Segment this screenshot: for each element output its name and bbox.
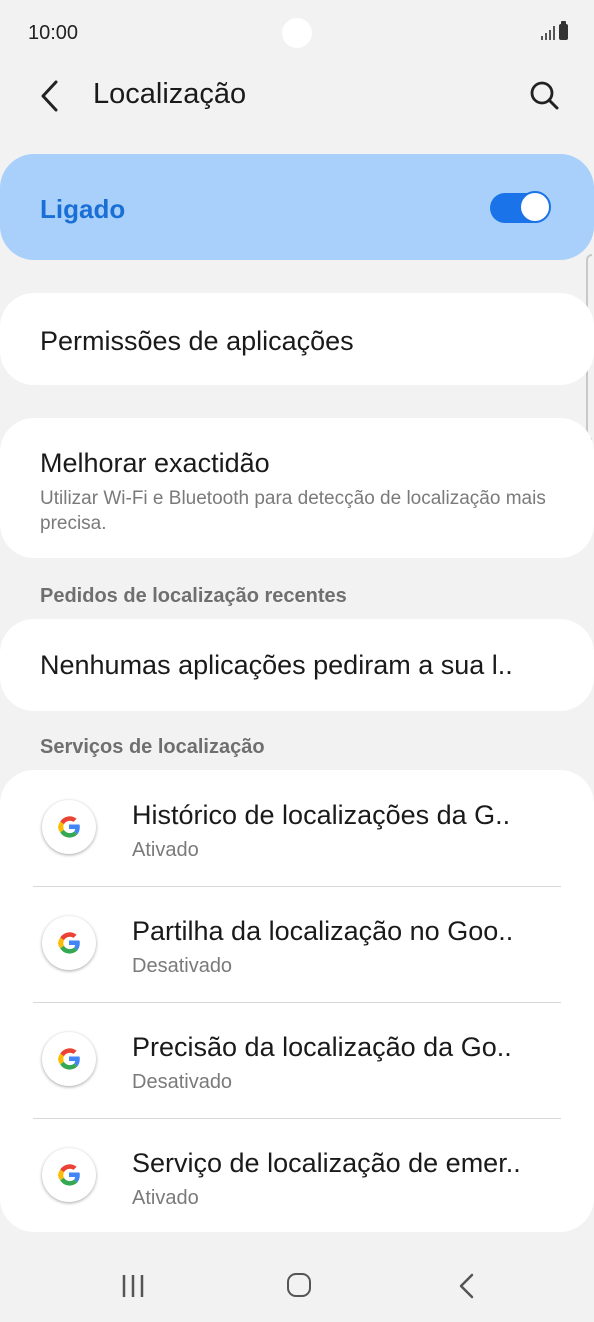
nav-back-icon[interactable] bbox=[455, 1272, 479, 1300]
switch-knob bbox=[519, 191, 551, 223]
back-arrow-icon bbox=[41, 80, 58, 112]
service-status: Ativado bbox=[132, 839, 199, 861]
service-item-emergency-location[interactable]: Serviço de localização de emer.. Ativado bbox=[0, 1118, 594, 1234]
location-services-list: Histórico de localizações da G.. Ativado… bbox=[0, 770, 594, 1232]
service-title: Histórico de localizações da G.. bbox=[132, 800, 511, 830]
location-services-header: Serviços de localização bbox=[40, 736, 265, 758]
search-icon bbox=[530, 81, 559, 110]
signal-icon bbox=[541, 24, 555, 40]
app-permissions-label: Permissões de aplicações bbox=[40, 326, 354, 356]
search-button[interactable] bbox=[524, 76, 564, 116]
google-icon bbox=[42, 800, 96, 854]
service-status: Desativado bbox=[132, 955, 233, 977]
improve-accuracy-item[interactable]: Melhorar exactidão Utilizar Wi-Fi e Blue… bbox=[0, 418, 594, 558]
system-icons bbox=[541, 21, 568, 40]
service-status: Ativado bbox=[132, 1187, 199, 1209]
google-icon bbox=[42, 916, 96, 970]
improve-accuracy-subtitle: Utilizar Wi-Fi e Bluetooth para detecção… bbox=[40, 488, 546, 534]
page-title: Localização bbox=[93, 78, 247, 110]
battery-icon bbox=[559, 21, 568, 40]
status-time: 10:00 bbox=[28, 22, 79, 44]
google-icon bbox=[42, 1032, 96, 1086]
app-bar: Localização bbox=[0, 66, 594, 126]
recent-requests-item[interactable]: Nenhumas aplicações pediram a sua l.. bbox=[0, 619, 594, 711]
toggle-label: Ligado bbox=[40, 194, 126, 224]
home-icon[interactable] bbox=[287, 1273, 311, 1297]
service-title: Serviço de localização de emer.. bbox=[132, 1148, 521, 1178]
recent-requests-empty-label: Nenhumas aplicações pediram a sua l.. bbox=[40, 650, 513, 680]
improve-accuracy-title: Melhorar exactidão bbox=[40, 448, 270, 478]
back-button[interactable] bbox=[30, 76, 70, 116]
service-item-location-sharing[interactable]: Partilha da localização no Goo.. Desativ… bbox=[0, 886, 594, 1002]
service-item-location-accuracy[interactable]: Precisão da localização da Go.. Desativa… bbox=[0, 1002, 594, 1118]
service-status: Desativado bbox=[132, 1071, 233, 1093]
app-permissions-item[interactable]: Permissões de aplicações bbox=[0, 293, 594, 385]
recent-requests-header: Pedidos de localização recentes bbox=[40, 585, 347, 607]
google-icon bbox=[42, 1148, 96, 1202]
service-title: Partilha da localização no Goo.. bbox=[132, 916, 514, 946]
service-title: Precisão da localização da Go.. bbox=[132, 1032, 512, 1062]
service-item-location-history[interactable]: Histórico de localizações da G.. Ativado bbox=[0, 770, 594, 886]
navigation-bar bbox=[0, 1250, 594, 1322]
recents-icon[interactable] bbox=[120, 1273, 146, 1299]
front-camera bbox=[282, 18, 312, 48]
status-bar: 10:00 bbox=[0, 0, 594, 66]
